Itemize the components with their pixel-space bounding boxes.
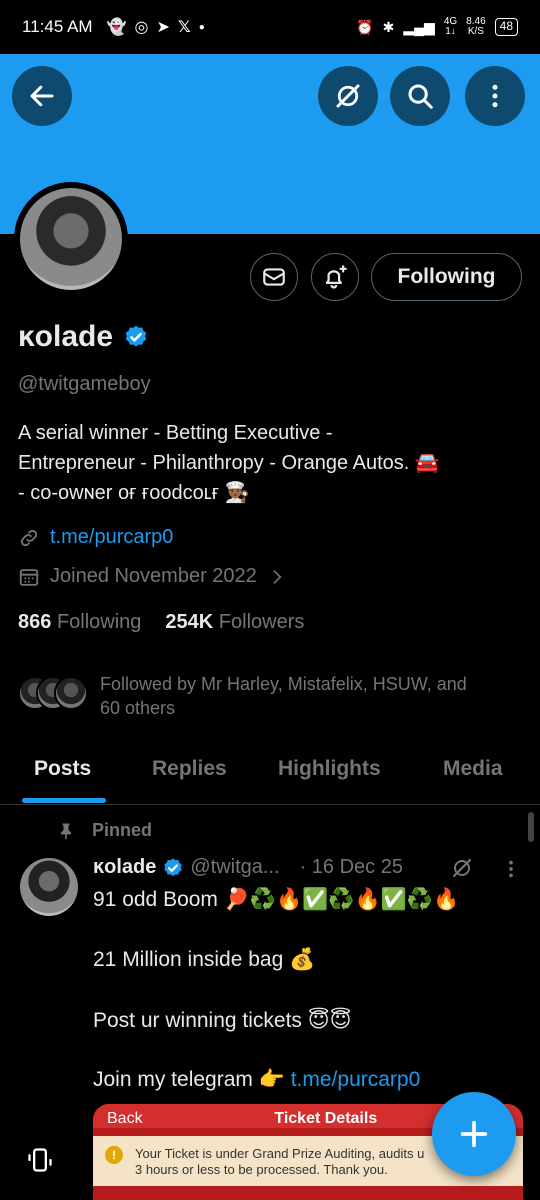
message-button[interactable] (250, 253, 298, 301)
signal-icon: ▂▄▆ (403, 18, 435, 35)
display-name: ĸolade (18, 320, 114, 353)
followed-by-text: Followed by Mr Harley, Mistafelix, HSUW,… (100, 674, 467, 718)
post-text-line: 91 odd Boom 🏓♻️🔥✅♻️🔥✅♻️🔥 (93, 888, 460, 911)
profile-bio: A serial winner - Betting Executive - En… (18, 418, 523, 508)
tab-posts[interactable]: Posts (34, 757, 91, 781)
more-options-button[interactable] (465, 66, 525, 126)
telegram-icon: ➤ (156, 19, 170, 36)
post-text-line: Post ur winning tickets 😇😇 (93, 1009, 352, 1032)
following-button[interactable]: Following (371, 253, 522, 301)
verified-badge-icon (164, 857, 183, 876)
search-button[interactable] (390, 66, 450, 126)
scrollbar[interactable] (528, 812, 534, 842)
verified-badge-icon[interactable] (123, 324, 149, 350)
post-link[interactable]: t.me/purcarp0 (291, 1068, 421, 1091)
joined-date: Joined November 2022 (50, 565, 257, 587)
bio-line: Entrepreneur - Philanthropy - Orange Aut… (18, 452, 440, 474)
arrow-left-icon (30, 85, 54, 107)
profile-link-row: t.me/purcarp0 (18, 526, 173, 549)
post-author-name[interactable]: ĸolade (93, 856, 156, 879)
grok-icon (336, 84, 360, 108)
tab-highlights[interactable]: Highlights (278, 757, 381, 781)
snapchat-icon: 👻 (106, 19, 127, 36)
joined-row[interactable]: Joined November 2022 (18, 565, 287, 588)
follow-stats: 866 Following 254K Followers (18, 611, 304, 634)
post-text-line: 21 Million inside bag 💰 (93, 948, 316, 971)
compose-post-button[interactable] (432, 1092, 516, 1176)
post-text-line: Join my telegram 👉 t.me/purcarp0 (93, 1068, 421, 1091)
grok-icon[interactable] (450, 856, 474, 880)
calendar-icon (19, 568, 39, 586)
post-avatar[interactable] (20, 858, 78, 916)
whatsapp-icon: ◎ (134, 19, 149, 36)
profile-avatar[interactable] (14, 182, 128, 296)
post-date: · 16 Dec 25 (299, 856, 403, 878)
dot-icon: ● (198, 21, 205, 33)
post-author-handle: @twitga... (190, 856, 280, 878)
embed-title: Ticket Details (274, 1110, 378, 1127)
bio-line: - co-owɴer ᴏғ ғoodcoʟғ 👨🏾‍🍳 (18, 482, 250, 504)
embed-back-label: Back (107, 1110, 143, 1127)
status-time: 11:45 AM (22, 17, 93, 36)
bio-line: A serial winner - Betting Executive - (18, 422, 333, 444)
bell-plus-icon (325, 265, 347, 289)
tab-media[interactable]: Media (443, 757, 503, 781)
profile-tabs: Posts Replies Highlights Media (0, 745, 540, 805)
status-bar: 11:45 AM 👻 ◎ ➤ 𝕏 ● ⏰ ✱ ▂▄▆ 4G 1↓ 8.46 K/… (0, 0, 540, 54)
link-icon (20, 529, 38, 546)
followed-by-row[interactable]: Followed by Mr Harley, Mistafelix, HSUW,… (18, 672, 520, 720)
more-vertical-icon[interactable] (500, 858, 522, 880)
followers-stat[interactable]: 254K Followers (165, 611, 304, 634)
post-header: ĸolade @twitga... · 16 Dec 25 (93, 856, 403, 879)
profile-name: ĸolade (18, 320, 149, 354)
info-icon: ! (105, 1146, 123, 1164)
network-type: 4G 1↓ (443, 16, 458, 37)
pinned-label: Pinned (56, 820, 152, 841)
tab-replies[interactable]: Replies (152, 757, 227, 781)
bluetooth-icon: ✱ (382, 18, 395, 35)
profile-link[interactable]: t.me/purcarp0 (50, 526, 173, 549)
active-tab-indicator (22, 798, 106, 803)
chevron-right-icon (273, 569, 282, 584)
grok-button[interactable] (318, 66, 378, 126)
network-speed: 8.46 K/S (466, 16, 486, 37)
rotate-screen-icon[interactable] (26, 1146, 54, 1174)
avatar (54, 676, 88, 710)
mutual-avatars (18, 672, 90, 712)
plus-icon (460, 1120, 488, 1148)
envelope-icon (263, 268, 285, 286)
notifications-button[interactable] (311, 253, 359, 301)
x-logo-icon: 𝕏 (177, 19, 191, 36)
battery-icon: 48 (494, 18, 518, 36)
more-vertical-icon (492, 84, 498, 108)
following-stat[interactable]: 866 Following (18, 611, 141, 634)
notification-icons: 👻 ◎ ➤ 𝕏 ● (107, 17, 205, 37)
search-icon (408, 84, 433, 109)
pin-icon (61, 823, 71, 839)
alarm-icon: ⏰ (356, 18, 374, 35)
back-button[interactable] (12, 66, 72, 126)
profile-handle: @twitgameboy (18, 373, 151, 395)
